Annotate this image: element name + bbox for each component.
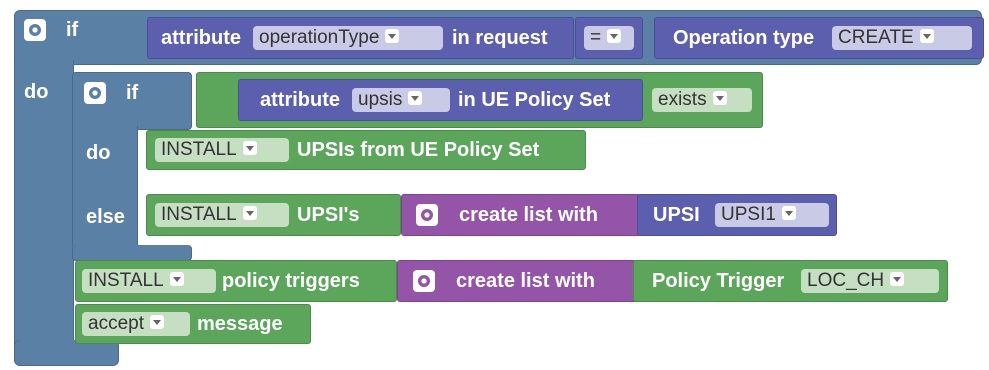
exists-dropdown[interactable]: exists	[652, 88, 752, 112]
trigger-list-label: create list with	[456, 270, 595, 292]
install-upsis-action-dropdown[interactable]: INSTALL	[155, 138, 289, 162]
install-upsi-action-dropdown[interactable]: INSTALL	[155, 203, 289, 227]
policy-trigger-dropdown[interactable]: LOC_CH	[801, 269, 939, 293]
upsi-list-label: create list with	[459, 204, 598, 226]
inner-if-label: if	[126, 82, 139, 104]
inner-if-gear-icon[interactable]	[84, 82, 106, 104]
inner-attr-dropdown[interactable]: upsis	[352, 88, 450, 112]
outer-attr-label: attribute	[161, 27, 241, 49]
outer-do-label: do	[24, 81, 49, 103]
install-triggers-action-dropdown[interactable]: INSTALL	[82, 269, 216, 293]
upsi-list-gear-icon[interactable]	[416, 204, 438, 226]
inner-do-label: do	[86, 142, 111, 164]
install-upsis-text: UPSIs from UE Policy Set	[297, 139, 540, 161]
inner-if-footer	[72, 245, 192, 261]
inner-attr-suffix: in UE Policy Set	[458, 89, 611, 111]
operation-type-dropdown[interactable]: CREATE	[832, 26, 972, 50]
outer-if-label: if	[66, 19, 79, 41]
outer-if-body-rail	[14, 60, 74, 360]
outer-attr-dropdown[interactable]: operationType	[253, 26, 443, 50]
outer-attr-suffix: in request	[452, 27, 548, 49]
upsi-item-dropdown[interactable]: UPSI1	[715, 203, 829, 227]
outer-if-gear-icon[interactable]	[24, 19, 46, 41]
inner-attr-label: attribute	[260, 89, 340, 111]
operation-type-label: Operation type	[673, 27, 815, 49]
accept-action-dropdown[interactable]: accept	[82, 312, 190, 336]
install-upsi-text: UPSI's	[297, 204, 360, 226]
policy-trigger-label: Policy Trigger	[652, 270, 785, 292]
inner-else-label: else	[86, 206, 125, 228]
upsi-item-label: UPSI	[653, 204, 700, 226]
accept-message-text: message	[197, 313, 283, 335]
trigger-list-gear-icon[interactable]	[413, 270, 435, 292]
compare-operator-dropdown[interactable]: =	[584, 26, 634, 50]
install-triggers-text: policy triggers	[222, 270, 360, 292]
